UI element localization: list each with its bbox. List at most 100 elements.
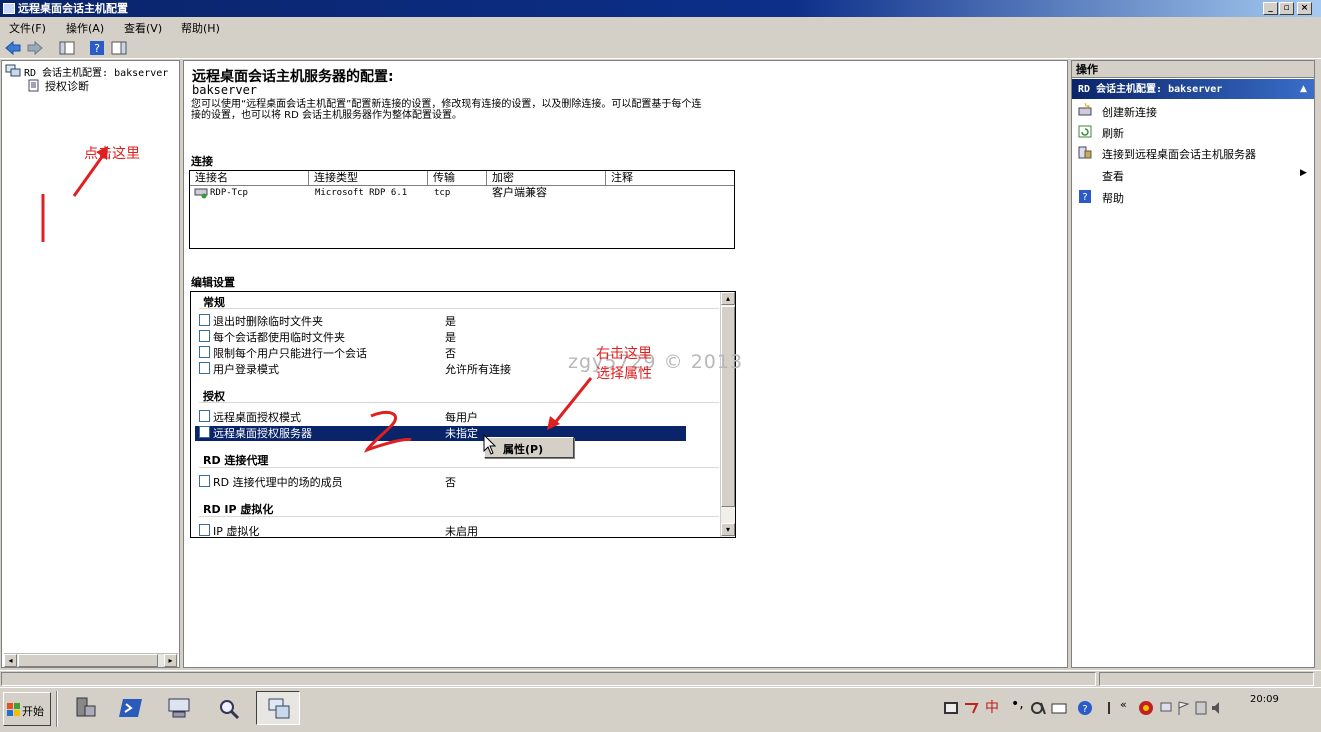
setting-row[interactable]: 退出时删除临时文件夹是: [191, 314, 735, 329]
taskbar-search[interactable]: [206, 691, 250, 725]
tray-expand-icon[interactable]: «: [1120, 698, 1127, 711]
ime-chinese-label[interactable]: 中: [985, 697, 999, 717]
setting-icon: [199, 362, 210, 374]
connection-icon: [194, 188, 208, 199]
help-icon: ?: [1079, 190, 1091, 203]
edit-settings-title: 编辑设置: [191, 276, 235, 289]
setting-icon: [199, 346, 210, 358]
svg-text:?: ?: [1082, 704, 1087, 715]
setting-row[interactable]: 每个会话都使用临时文件夹是: [191, 330, 735, 345]
status-panel-1: [1, 672, 1096, 686]
show-hide-tree-icon[interactable]: [58, 40, 76, 56]
actions-section-header[interactable]: RD 会话主机配置: bakserver ▲: [1072, 79, 1314, 99]
help-icon[interactable]: ?: [88, 40, 106, 56]
tree-root-item[interactable]: RD 会话主机配置: bakserver: [24, 64, 168, 79]
setting-icon: [199, 330, 210, 342]
cell-encryption: 客户端兼容: [492, 186, 547, 199]
menu-view[interactable]: 查看(V): [124, 20, 162, 36]
taskbar-server-manager[interactable]: [62, 691, 106, 725]
menu-bar: 文件(F) 操作(A) 查看(V) 帮助(H): [0, 17, 1321, 37]
taskbar-powershell[interactable]: [108, 691, 152, 725]
maximize-button[interactable]: ▫: [1279, 2, 1294, 15]
close-button[interactable]: ×: [1297, 2, 1312, 15]
actions-pane: 操作 RD 会话主机配置: bakserver ▲ 创建新连接 刷新 连接到远程…: [1071, 60, 1315, 668]
cell-conn-name: RDP-Tcp: [210, 188, 248, 198]
refresh-icon: [1078, 125, 1092, 138]
annotation-right-click: 右击这里: [596, 346, 652, 362]
ime-mode-icon[interactable]: [963, 700, 979, 716]
server-tray-icon[interactable]: [1193, 700, 1209, 716]
title-bar: 远程桌面会话主机配置 _ ▫ ×: [0, 0, 1321, 17]
rd-config-icon: [268, 698, 290, 719]
setting-row[interactable]: IP 虚拟化 未启用: [191, 524, 735, 537]
section-broker: RD 连接代理: [203, 454, 269, 467]
start-button[interactable]: 开始: [3, 692, 51, 726]
taskbar-explorer[interactable]: [156, 691, 200, 725]
col-conn-type[interactable]: 连接类型: [309, 171, 428, 185]
scroll-up-icon[interactable]: ▴: [721, 292, 735, 305]
setting-row[interactable]: RD 连接代理中的场的成员否: [191, 475, 735, 490]
collapse-icon[interactable]: ▲: [1300, 79, 1307, 99]
show-action-pane-icon[interactable]: [110, 40, 128, 56]
action-view[interactable]: 查看: [1102, 168, 1124, 184]
menu-action[interactable]: 操作(A): [66, 20, 104, 36]
keyboard-icon[interactable]: [1051, 700, 1067, 716]
new-connection-icon: [1078, 103, 1092, 116]
table-row[interactable]: RDP-Tcp Microsoft RDP 6.1 tcp 客户端兼容: [190, 186, 734, 200]
ime-help-icon[interactable]: ?: [1077, 700, 1093, 716]
col-comment[interactable]: 注释: [606, 171, 734, 185]
flag-icon[interactable]: [1175, 700, 1191, 716]
back-arrow-icon[interactable]: [4, 40, 22, 56]
divider: [199, 467, 719, 468]
action-connect-server[interactable]: 连接到远程桌面会话主机服务器: [1102, 146, 1256, 162]
volume-icon[interactable]: [1210, 700, 1226, 716]
menu-help[interactable]: 帮助(H): [181, 20, 220, 36]
window-title: 远程桌面会话主机配置: [18, 2, 128, 15]
ime-icon[interactable]: [943, 700, 959, 716]
action-refresh[interactable]: 刷新: [1102, 125, 1124, 141]
action-create-connection[interactable]: 创建新连接: [1102, 104, 1157, 120]
section-ip-virtualization: RD IP 虚拟化: [203, 503, 274, 516]
minimize-button[interactable]: _: [1263, 2, 1278, 15]
toolbar: ?: [0, 37, 1321, 59]
status-panel-2: [1099, 672, 1314, 686]
forward-arrow-icon[interactable]: [26, 40, 44, 56]
network-tray-icon[interactable]: [1158, 700, 1174, 716]
setting-icon: [199, 475, 210, 487]
network-icon: [168, 698, 190, 718]
tree-hscrollbar[interactable]: ◂ ▸: [4, 653, 178, 667]
watermark: zgy5729 © 2013: [568, 351, 744, 373]
col-encryption[interactable]: 加密: [487, 171, 606, 185]
tree-child-item[interactable]: 授权诊断: [45, 78, 89, 94]
rd-host-icon: [5, 64, 21, 77]
col-conn-name[interactable]: 连接名: [190, 171, 309, 185]
taskbar-rd-config-active[interactable]: [256, 691, 300, 725]
scroll-left-icon[interactable]: ◂: [4, 654, 17, 667]
divider: [199, 308, 719, 309]
scroll-right-icon[interactable]: ▸: [164, 654, 177, 667]
punctuation-icon[interactable]: •,: [1011, 696, 1024, 712]
description-line-1: 您可以使用“远程桌面会话主机配置”配置新连接的设置，修改现有连接的设置，以及删除…: [191, 99, 702, 110]
col-transport[interactable]: 传输: [428, 171, 487, 185]
center-pane: 远程桌面会话主机服务器的配置: bakserver 您可以使用“远程桌面会话主机…: [183, 60, 1068, 668]
connections-list[interactable]: 连接名 连接类型 传输 加密 注释 RDP-Tcp Microsoft RDP …: [189, 170, 735, 249]
action-help[interactable]: 帮助: [1102, 190, 1124, 206]
annotation-arrow-icon: [363, 377, 593, 453]
description-line-2: 接的设置，也可以将 RD 会话主机服务器作为整体配置设置。: [191, 110, 463, 121]
search-icon: [220, 700, 240, 720]
actions-pane-title: 操作: [1072, 61, 1314, 78]
app-icon: [3, 3, 15, 14]
annotation-click-here: 点击这里: [84, 146, 140, 162]
submenu-arrow-icon: ▶: [1300, 168, 1307, 178]
divider: [199, 516, 719, 517]
menu-file[interactable]: 文件(F): [9, 20, 46, 36]
server-name: bakserver: [192, 83, 258, 97]
svg-text:?: ?: [94, 42, 100, 55]
security-icon[interactable]: [1138, 700, 1154, 716]
status-bar: [0, 670, 1321, 687]
clock-time[interactable]: 20:09: [1250, 694, 1279, 705]
soft-keyboard-icon[interactable]: [1031, 700, 1047, 716]
scroll-thumb[interactable]: [18, 654, 158, 667]
server-manager-icon: [76, 697, 96, 717]
ime-options-icon[interactable]: [1101, 700, 1117, 716]
